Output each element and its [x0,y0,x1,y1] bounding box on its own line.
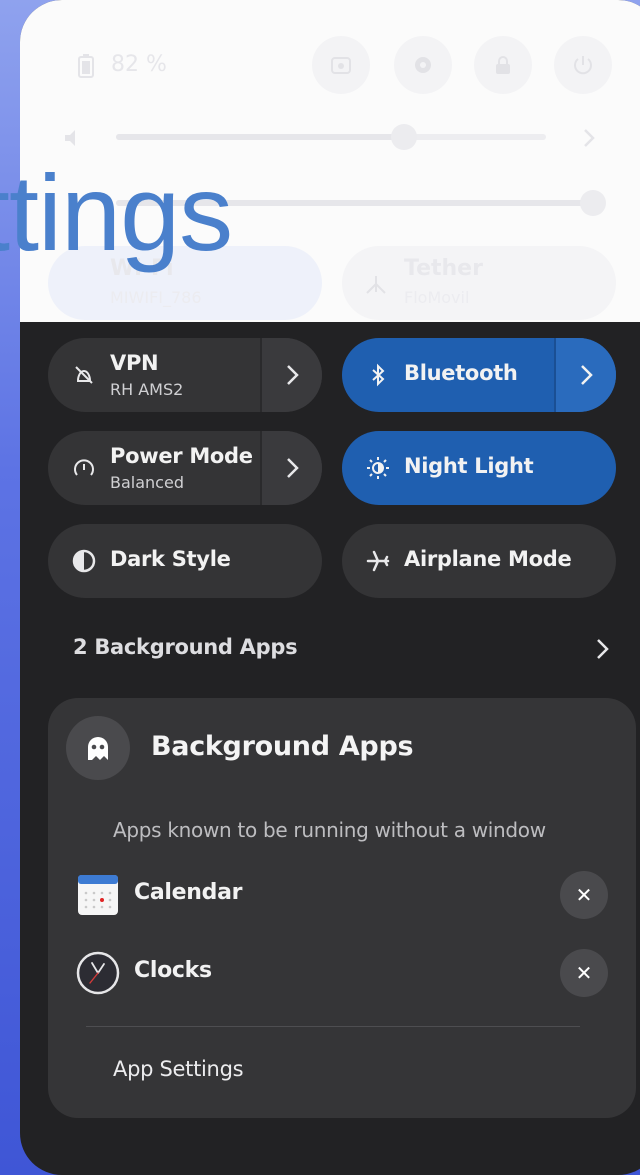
app-name: Clocks [134,958,212,983]
battery-percent: 82 % [111,52,167,77]
background-apps-row[interactable]: 2 Background Apps [48,616,632,680]
power-button[interactable] [554,36,612,94]
night-light-icon [367,457,389,479]
tile-divider [554,338,556,412]
volume-slider-fill [116,134,404,140]
lock-button[interactable] [474,36,532,94]
close-app-button[interactable]: ✕ [560,949,608,997]
vpn-tile[interactable]: VPN RH AMS2 [48,338,322,412]
vpn-title: VPN [110,351,159,375]
speaker-icon [65,130,75,146]
airplane-icon [366,550,390,572]
list-item[interactable]: Calendar ✕ [76,865,608,925]
menu-title: Background Apps [151,731,414,762]
tile-divider [260,338,262,412]
chevron-right-icon [597,639,609,659]
night-light-title: Night Light [404,454,534,478]
night-light-tile[interactable]: Night Light [342,431,616,505]
gear-icon [415,57,431,73]
airplane-mode-title: Airplane Mode [404,547,572,571]
app-settings-button[interactable]: App Settings [113,1057,244,1081]
close-app-button[interactable]: ✕ [560,871,608,919]
overlay-title-fragment: ttings [0,152,233,273]
settings-button[interactable] [394,36,452,94]
screenshot-button[interactable] [312,36,370,94]
battery-icon [78,54,94,78]
brightness-slider-knob[interactable] [580,190,606,216]
vpn-subtitle: RH AMS2 [110,380,184,399]
chevron-right-icon [581,365,593,385]
power-icon [574,56,592,75]
bluetooth-title: Bluetooth [404,361,518,385]
tile-divider [260,431,262,505]
tether-icon [366,276,386,294]
vpn-off-icon [75,366,93,384]
clock-icon [76,951,120,995]
power-mode-tile[interactable]: Power Mode Balanced [48,431,322,505]
bluetooth-tile[interactable]: Bluetooth [342,338,616,412]
list-item[interactable]: Clocks ✕ [76,943,608,1003]
chevron-right-icon[interactable] [582,126,596,150]
dark-style-icon [72,549,96,573]
bluetooth-icon [372,363,385,387]
power-mode-subtitle: Balanced [110,473,184,492]
screenshot-icon [331,57,351,74]
chevron-right-icon [287,458,299,478]
tether-tile[interactable]: Tether FloMovil [342,246,616,320]
volume-slider-knob[interactable] [391,124,417,150]
power-mode-icon [74,459,94,476]
divider [86,1026,580,1027]
ghost-icon [66,716,130,780]
close-icon: ✕ [575,883,593,907]
chevron-right-icon [287,365,299,385]
airplane-mode-tile[interactable]: Airplane Mode [342,524,616,598]
close-icon: ✕ [575,961,593,985]
tether-title: Tether [404,256,483,281]
background-apps-label: 2 Background Apps [73,635,298,659]
tether-subtitle: FloMovil [404,288,470,307]
wifi-subtitle: MIWIFI_786 [110,288,202,307]
power-mode-title: Power Mode [110,444,253,468]
app-name: Calendar [134,880,243,905]
dark-style-title: Dark Style [110,547,231,571]
menu-subtitle: Apps known to be running without a windo… [113,818,546,842]
lock-icon [496,56,510,74]
background-apps-menu: Background Apps Apps known to be running… [48,698,636,1118]
calendar-icon [78,875,118,915]
dark-style-tile[interactable]: Dark Style [48,524,322,598]
